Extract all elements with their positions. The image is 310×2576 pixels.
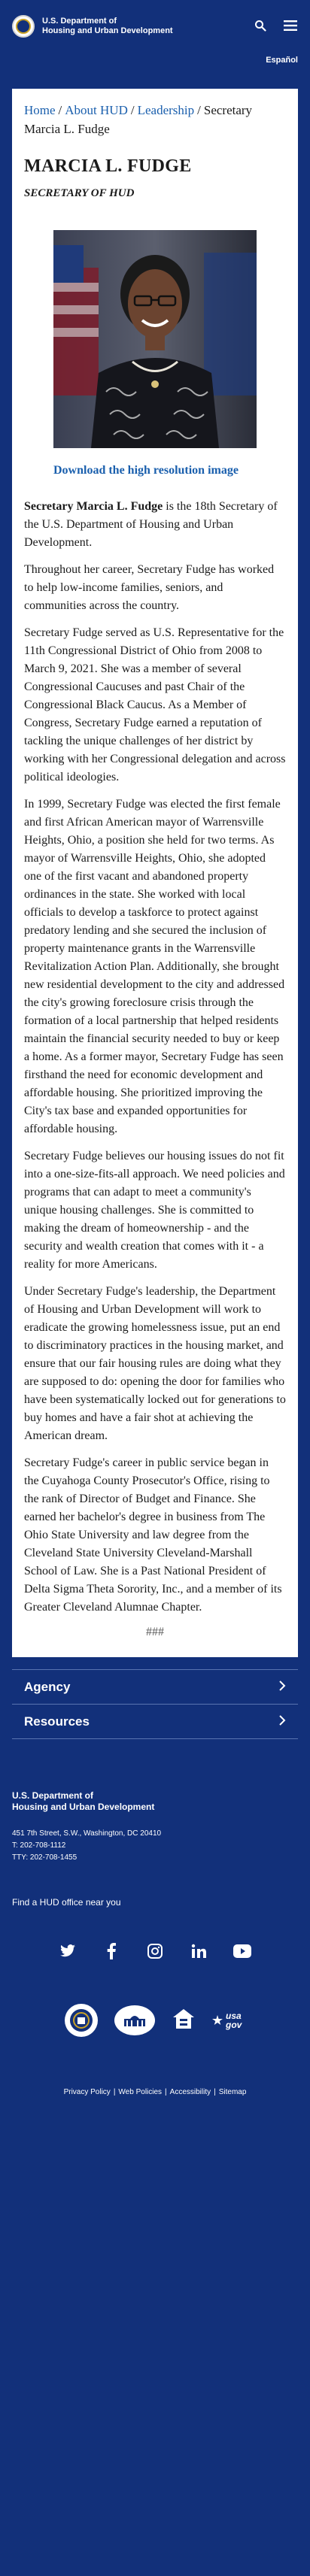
footer-policy-links: Privacy Policy | Web Policies | Accessibilit… [12,2088,298,2096]
footer-org-line-2: Housing and Urban Development [12,1802,155,1812]
bio-paragraph-7: Secretary Fudge's career in public servi… [24,1456,282,1614]
footer-street: 451 7th Street, S.W., Washington, DC 204… [12,1829,162,1838]
link-separator: | [113,2088,116,2096]
breadcrumb-separator: / [58,103,62,117]
breadcrumb-separator: / [130,103,135,117]
language-link-espanol[interactable]: Español [266,56,298,65]
main-content: Home / About HUD / Leadership / Secretary Marc… [12,89,298,1657]
linkedin-icon[interactable] [188,1941,209,1962]
chevron-right-icon [278,1714,286,1729]
breadcrumb: Home / About HUD / Leadership / Secretary Marc… [24,101,286,138]
bio-name: Secretary Marcia L. Fudge [24,500,163,513]
instagram-icon[interactable] [144,1941,166,1962]
usa-gov-text: usa gov [226,2011,242,2030]
footer-phone[interactable]: T: 202-708-1112 [12,1840,298,1852]
footer-tty[interactable]: TTY: 202-708-1455 [12,1852,298,1864]
bio-paragraph-6: Under Secretary Fudge's leadership, the … [24,1285,286,1442]
privacy-policy-link[interactable]: Privacy Policy [64,2088,111,2096]
equal-housing-logo[interactable] [172,2008,196,2034]
agency-line-2: Housing and Urban Development [42,26,173,35]
accordion-resources-label: Resources [24,1714,90,1729]
bio-paragraph-4: In 1999, Secretary Fudge was elected the… [24,798,285,1135]
breadcrumb-about-hud[interactable]: About HUD [65,103,128,117]
twitter-icon[interactable] [57,1941,78,1962]
download-high-res-link[interactable]: Download the high resolution image [53,462,257,480]
biography: Secretary Marcia L. Fudge is the 18th Se… [24,498,286,1639]
bio-paragraph-5: Secretary Fudge believes our housing iss… [24,1150,285,1271]
partner-logos: usa gov [12,2004,298,2037]
link-separator: | [214,2088,216,2096]
portrait-image [53,230,257,448]
breadcrumb-leadership[interactable]: Leadership [138,103,195,117]
breadcrumb-separator: / [197,103,201,117]
main-wrapper: Home / About HUD / Leadership / Secretary Marc… [0,68,310,1657]
page-subtitle: SECRETARY OF HUD [24,187,135,199]
language-bar: Español [0,53,310,68]
social-links [12,1941,298,1962]
accordion-resources[interactable]: Resources [12,1705,298,1739]
bio-paragraph-2: Throughout her career, Secretary Fudge h… [24,563,275,612]
link-separator: | [165,2088,167,2096]
end-mark: ### [146,1626,164,1638]
search-icon[interactable] [253,18,268,33]
footer-org-line-1: U.S. Department of [12,1790,94,1801]
accordion-agency-label: Agency [24,1679,71,1694]
hud-seal-icon[interactable] [12,15,35,38]
hamburger-icon[interactable] [283,18,298,33]
agency-line-1: U.S. Department of [42,17,117,26]
portrait-container: Download the high resolution image [53,230,257,480]
bio-paragraph-3: Secretary Fudge served as U.S. Represent… [24,626,286,783]
youtube-icon[interactable] [232,1941,253,1962]
white-house-logo[interactable] [114,2005,155,2035]
site-footer: Agency Resources U.S. Department of Hous… [0,1657,310,2126]
site-header: U.S. Department of Housing and Urban Dev… [0,0,310,53]
sitemap-link[interactable]: Sitemap [219,2088,247,2096]
page-title: MARCIA L. FUDGE [24,156,192,176]
chevron-right-icon [278,1680,286,1695]
accessibility-link[interactable]: Accessibility [170,2088,211,2096]
footer-address: 451 7th Street, S.W., Washington, DC 204… [12,1828,298,1864]
header-actions [253,18,298,33]
facebook-icon[interactable] [101,1941,122,1962]
agency-name[interactable]: U.S. Department of Housing and Urban Dev… [42,17,173,36]
breadcrumb-home[interactable]: Home [24,103,56,117]
accordion-agency[interactable]: Agency [12,1670,298,1705]
footer-accordion: Agency Resources [12,1669,298,1739]
usa-gov-logo[interactable]: usa gov [212,2011,245,2029]
hud-seal-logo[interactable] [65,2004,98,2037]
find-office-link[interactable]: Find a HUD office near you [12,1897,298,1908]
web-policies-link[interactable]: Web Policies [118,2088,162,2096]
bio-paragraph-1: Secretary Marcia L. Fudge is the 18th Se… [24,498,286,552]
footer-org-name: U.S. Department of Housing and Urban Dev… [12,1790,298,1813]
